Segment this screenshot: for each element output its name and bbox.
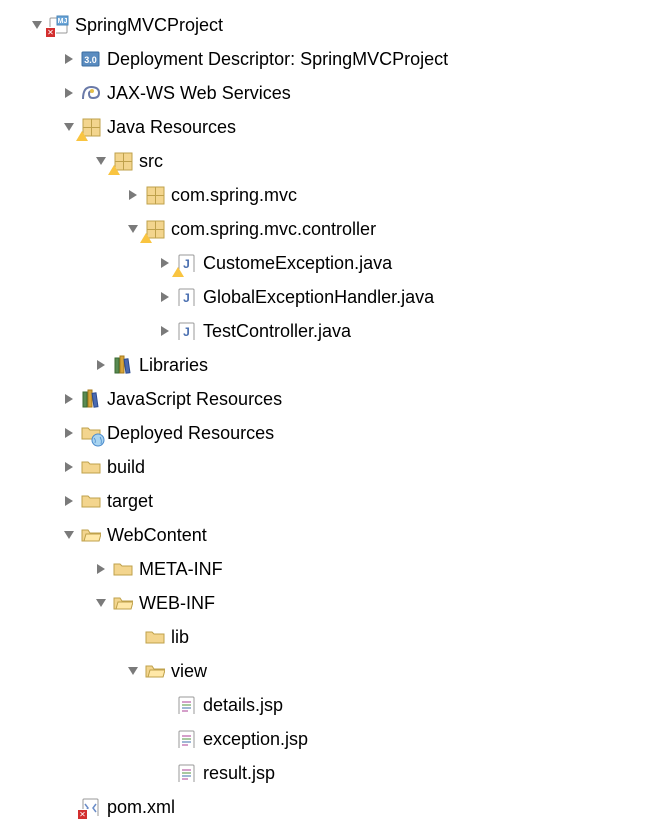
chevron-down-icon[interactable] — [126, 222, 140, 236]
jsp-file-icon — [176, 694, 198, 716]
deployed-resources-label: Deployed Resources — [106, 423, 274, 444]
chevron-right-icon[interactable] — [94, 562, 108, 576]
xml-file-icon — [80, 796, 102, 818]
javascript-resources-label: JavaScript Resources — [106, 389, 282, 410]
webcontent-label: WebContent — [106, 525, 207, 546]
file-custome-exception[interactable]: CustomeException.java — [8, 246, 646, 280]
toggle-none — [62, 800, 76, 814]
file-pom-xml-label: pom.xml — [106, 797, 175, 818]
target-folder[interactable]: target — [8, 484, 646, 518]
folder-icon — [80, 490, 102, 512]
folder-icon — [112, 558, 134, 580]
libraries[interactable]: Libraries — [8, 348, 646, 382]
folder-icon — [80, 456, 102, 478]
target-label: target — [106, 491, 153, 512]
toggle-none — [158, 732, 172, 746]
src-folder[interactable]: src — [8, 144, 646, 178]
package-icon — [144, 218, 166, 240]
project-root[interactable]: SpringMVCProject — [8, 8, 646, 42]
chevron-right-icon[interactable] — [62, 426, 76, 440]
file-test-controller-label: TestController.java — [202, 321, 351, 342]
jsp-file-icon — [176, 728, 198, 750]
jaxws-services[interactable]: JAX-WS Web Services — [8, 76, 646, 110]
meta-inf-label: META-INF — [138, 559, 223, 580]
build-folder[interactable]: build — [8, 450, 646, 484]
view-folder[interactable]: view — [8, 654, 646, 688]
lib-folder[interactable]: lib — [8, 620, 646, 654]
file-global-exception-handler[interactable]: GlobalExceptionHandler.java — [8, 280, 646, 314]
build-label: build — [106, 457, 145, 478]
file-exception-jsp[interactable]: exception.jsp — [8, 722, 646, 756]
java-file-icon — [176, 286, 198, 308]
web-inf-label: WEB-INF — [138, 593, 215, 614]
webcontent-folder[interactable]: WebContent — [8, 518, 646, 552]
deployment-descriptor-icon — [80, 48, 102, 70]
file-result-jsp-label: result.jsp — [202, 763, 275, 784]
folder-open-icon — [144, 660, 166, 682]
file-exception-jsp-label: exception.jsp — [202, 729, 308, 750]
globe-folder-icon — [80, 422, 102, 444]
java-file-icon — [176, 252, 198, 274]
deployment-descriptor[interactable]: Deployment Descriptor: SpringMVCProject — [8, 42, 646, 76]
chevron-down-icon[interactable] — [94, 596, 108, 610]
folder-icon — [144, 626, 166, 648]
web-service-icon — [80, 82, 102, 104]
chevron-down-icon[interactable] — [94, 154, 108, 168]
chevron-right-icon[interactable] — [62, 86, 76, 100]
file-pom-xml[interactable]: pom.xml — [8, 790, 646, 824]
chevron-right-icon[interactable] — [158, 256, 172, 270]
java-resources[interactable]: Java Resources — [8, 110, 646, 144]
chevron-down-icon[interactable] — [126, 664, 140, 678]
folder-open-icon — [112, 592, 134, 614]
chevron-right-icon[interactable] — [94, 358, 108, 372]
jaxws-label: JAX-WS Web Services — [106, 83, 291, 104]
file-custome-exception-label: CustomeException.java — [202, 253, 392, 274]
src-label: src — [138, 151, 163, 172]
chevron-right-icon[interactable] — [62, 392, 76, 406]
file-result-jsp[interactable]: result.jsp — [8, 756, 646, 790]
chevron-right-icon[interactable] — [62, 460, 76, 474]
folder-open-icon — [80, 524, 102, 546]
view-label: view — [170, 661, 207, 682]
web-inf-folder[interactable]: WEB-INF — [8, 586, 646, 620]
meta-inf-folder[interactable]: META-INF — [8, 552, 646, 586]
maven-project-icon — [48, 14, 70, 36]
package-controller-label: com.spring.mvc.controller — [170, 219, 376, 240]
file-details-jsp[interactable]: details.jsp — [8, 688, 646, 722]
deployment-descriptor-label: Deployment Descriptor: SpringMVCProject — [106, 49, 448, 70]
chevron-right-icon[interactable] — [158, 324, 172, 338]
toggle-none — [158, 766, 172, 780]
package-icon — [144, 184, 166, 206]
java-resources-label: Java Resources — [106, 117, 236, 138]
java-file-icon — [176, 320, 198, 342]
chevron-down-icon[interactable] — [62, 120, 76, 134]
chevron-right-icon[interactable] — [126, 188, 140, 202]
project-root-label: SpringMVCProject — [74, 15, 223, 36]
source-folder-icon — [112, 150, 134, 172]
chevron-down-icon[interactable] — [30, 18, 44, 32]
package-mvc[interactable]: com.spring.mvc — [8, 178, 646, 212]
toggle-none — [126, 630, 140, 644]
chevron-right-icon[interactable] — [62, 494, 76, 508]
deployed-resources[interactable]: Deployed Resources — [8, 416, 646, 450]
chevron-right-icon[interactable] — [158, 290, 172, 304]
jsp-file-icon — [176, 762, 198, 784]
javascript-resources[interactable]: JavaScript Resources — [8, 382, 646, 416]
toggle-none — [158, 698, 172, 712]
lib-label: lib — [170, 627, 189, 648]
libraries-icon — [112, 354, 134, 376]
libraries-icon — [80, 388, 102, 410]
package-controller[interactable]: com.spring.mvc.controller — [8, 212, 646, 246]
file-global-exception-handler-label: GlobalExceptionHandler.java — [202, 287, 434, 308]
package-root-icon — [80, 116, 102, 138]
chevron-down-icon[interactable] — [62, 528, 76, 542]
file-details-jsp-label: details.jsp — [202, 695, 283, 716]
file-test-controller[interactable]: TestController.java — [8, 314, 646, 348]
package-mvc-label: com.spring.mvc — [170, 185, 297, 206]
chevron-right-icon[interactable] — [62, 52, 76, 66]
libraries-label: Libraries — [138, 355, 208, 376]
